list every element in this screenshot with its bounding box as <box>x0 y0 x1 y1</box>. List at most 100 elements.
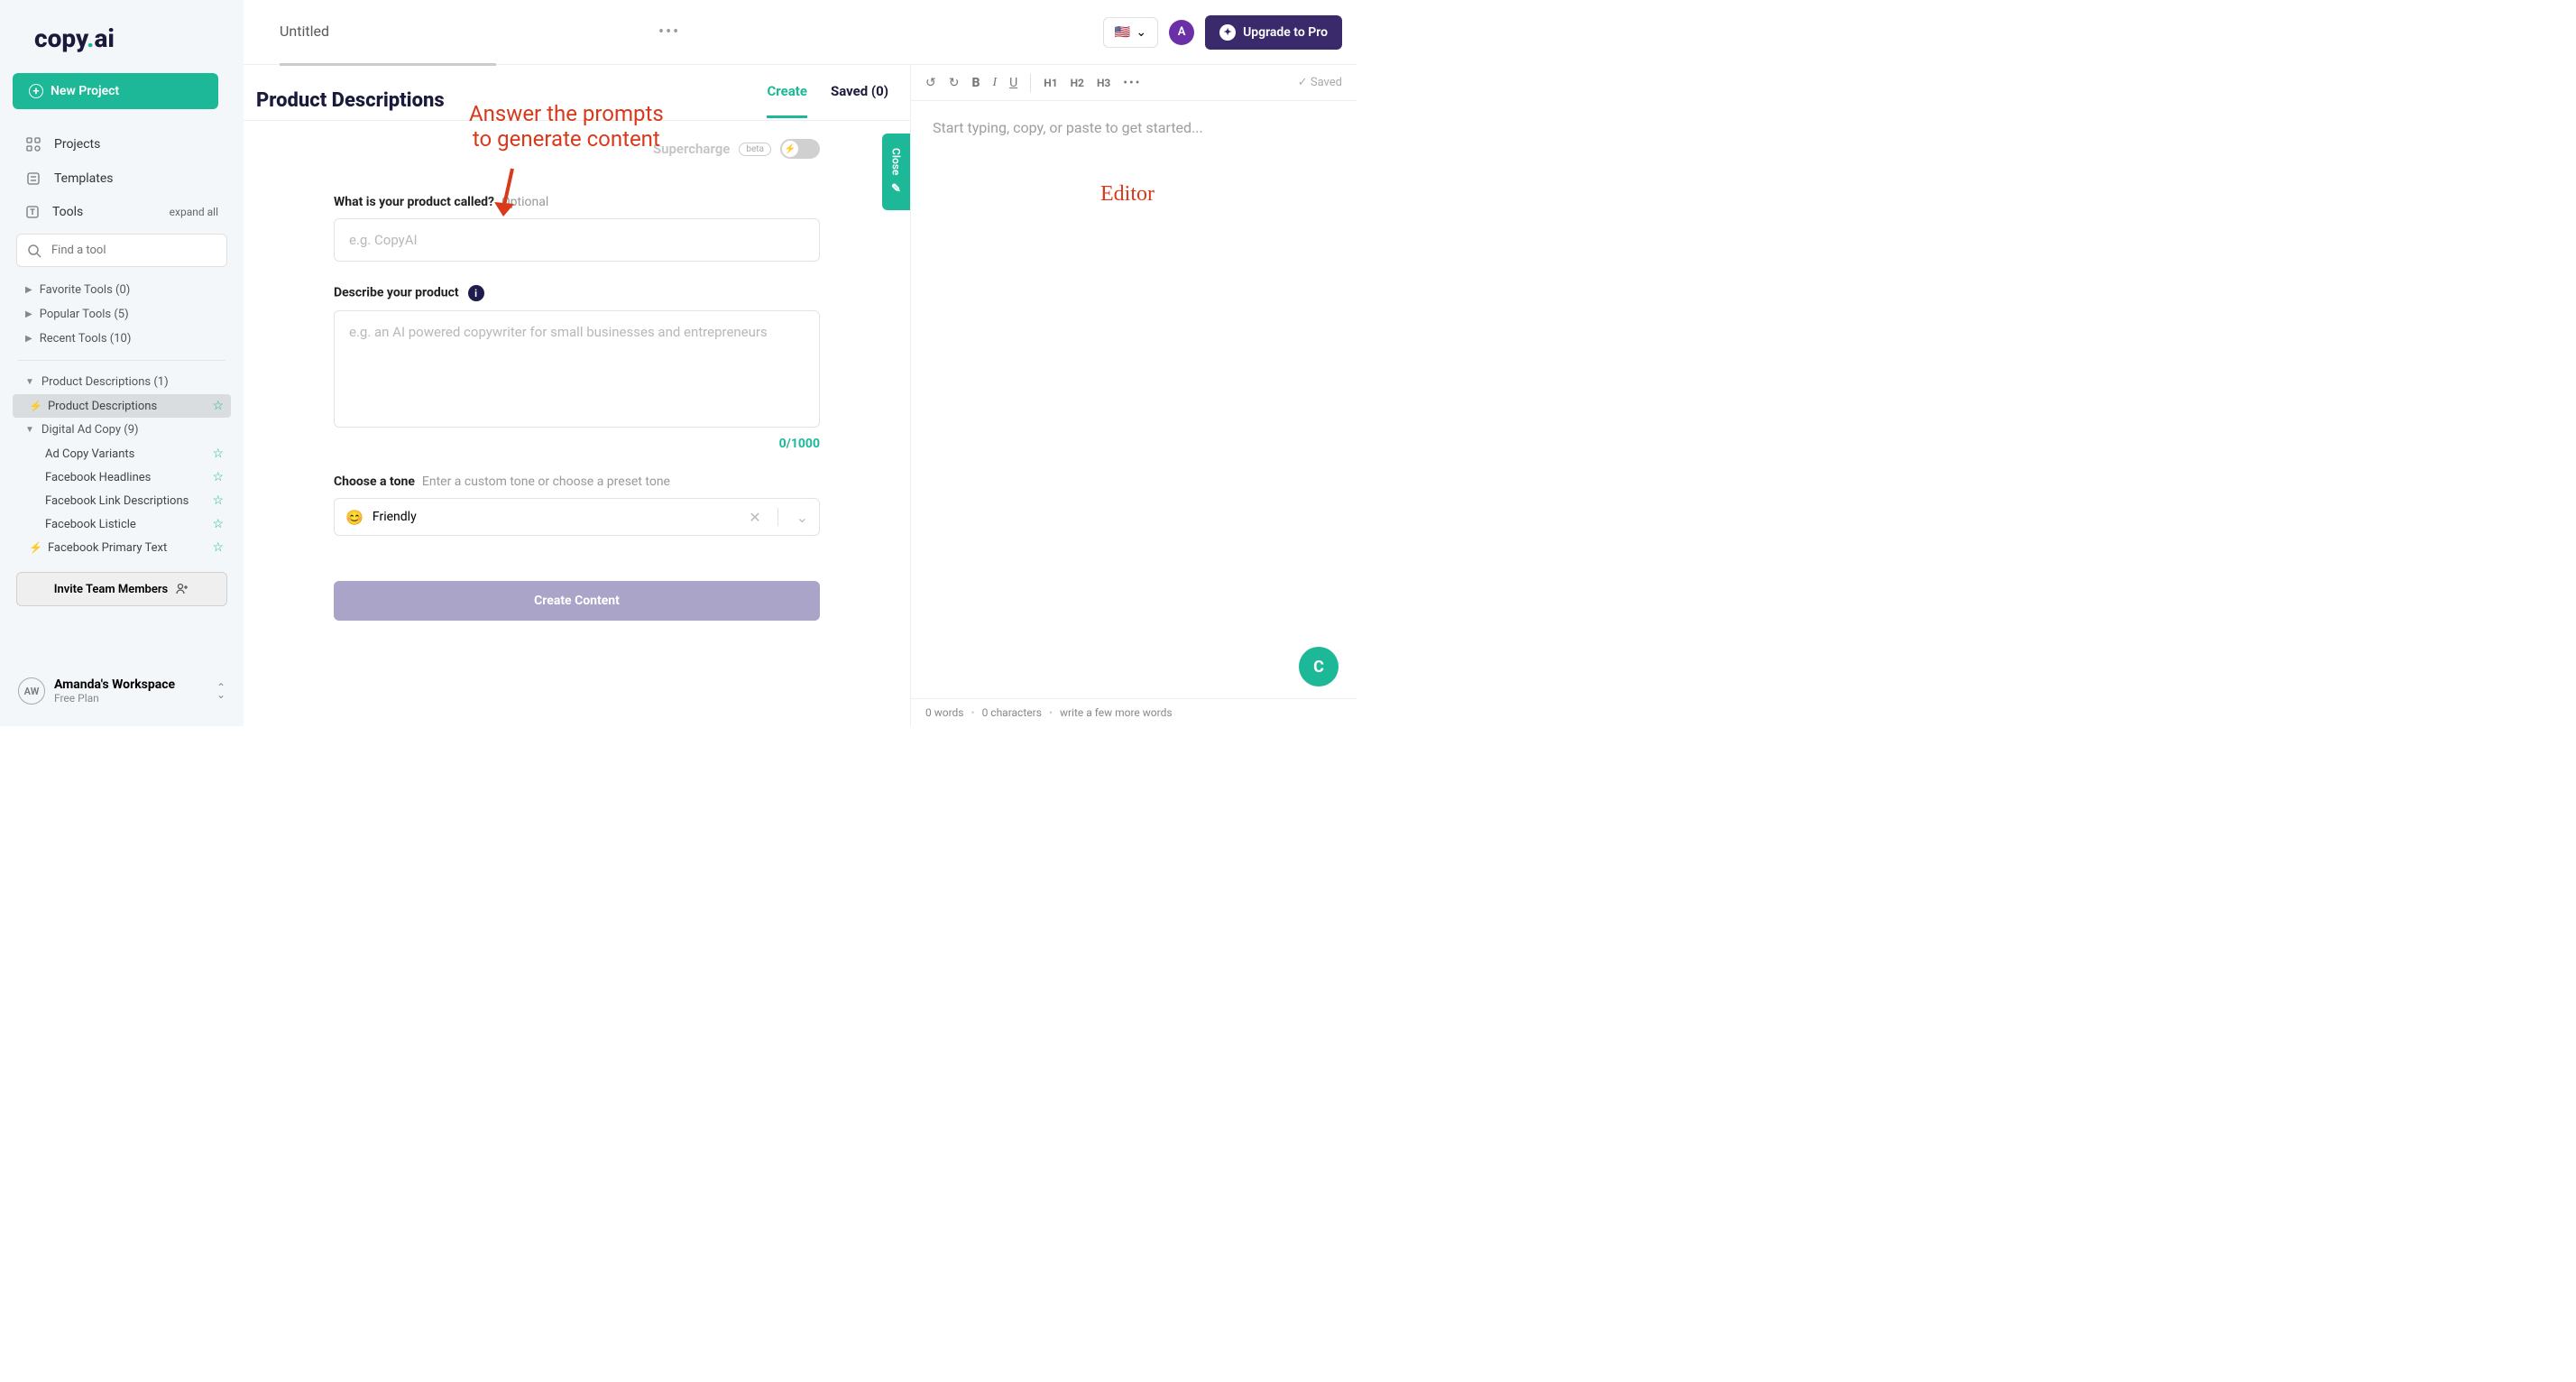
annotation-arrow-icon <box>487 164 523 227</box>
language-switcher[interactable]: 🇺🇸 ⌄ <box>1103 17 1158 48</box>
undo-icon[interactable]: ↺ <box>925 76 936 90</box>
saved-indicator: ✓ Saved <box>1298 76 1342 89</box>
document-tab[interactable]: Untitled <box>280 23 496 66</box>
caret-down-icon: ▼ <box>25 377 34 387</box>
product-description-input[interactable] <box>334 310 820 428</box>
tool-product-descriptions[interactable]: ⚡ Product Descriptions ☆ <box>13 394 231 418</box>
workspace-plan: Free Plan <box>54 692 175 705</box>
bold-button[interactable]: B <box>971 76 980 90</box>
new-project-button[interactable]: + New Project <box>13 73 218 109</box>
close-editor-tab[interactable]: Close ✎ <box>882 134 910 210</box>
nav-tools-row: T Tools expand all <box>13 196 231 228</box>
pencil-icon: ✎ <box>889 182 903 196</box>
star-icon[interactable]: ☆ <box>212 399 224 413</box>
recent-tools[interactable]: ▶Recent Tools (10) <box>13 327 231 351</box>
editor-toolbar: ↺ ↻ B I U H1 H2 H3 ••• ✓ Saved <box>911 65 1357 101</box>
caret-down-icon: ▼ <box>25 425 34 435</box>
svg-text:T: T <box>30 208 35 217</box>
popular-tools[interactable]: ▶Popular Tools (5) <box>13 302 231 327</box>
star-icon[interactable]: ☆ <box>212 517 224 531</box>
tone-select[interactable]: 😊 Friendly ✕ ⌄ <box>334 498 820 536</box>
footer-hint: write a few more words <box>1060 706 1173 719</box>
digital-ad-group[interactable]: ▼Digital Ad Copy (9) <box>13 418 231 442</box>
tab-create[interactable]: Create <box>767 83 806 118</box>
caret-right-icon: ▶ <box>25 285 32 295</box>
expand-all-link[interactable]: expand all <box>170 206 218 218</box>
flag-icon: 🇺🇸 <box>1115 25 1130 40</box>
nav-templates[interactable]: Templates <box>13 161 231 196</box>
beta-badge: beta <box>739 143 771 156</box>
star-icon[interactable]: ☆ <box>212 470 224 484</box>
product-name-input[interactable] <box>334 218 820 262</box>
bolt-icon: ⚡ <box>29 400 42 412</box>
create-pane: Product Descriptions Create Saved (0) An… <box>244 65 911 726</box>
invite-team-button[interactable]: Invite Team Members <box>16 572 227 606</box>
tools-icon: T <box>25 205 40 219</box>
clear-icon[interactable]: ✕ <box>741 509 768 526</box>
star-icon[interactable]: ☆ <box>212 540 224 555</box>
tool-ad-copy-variants[interactable]: Ad Copy Variants☆ <box>13 442 231 465</box>
h2-button[interactable]: H2 <box>1071 77 1084 89</box>
italic-button[interactable]: I <box>992 76 997 90</box>
chevron-down-icon: ⌄ <box>1136 25 1146 40</box>
person-add-icon <box>175 582 189 596</box>
star-icon[interactable]: ☆ <box>212 447 224 461</box>
supercharge-label: Supercharge <box>653 141 730 157</box>
grid-icon <box>25 136 41 152</box>
up-down-icon: ⌃⌄ <box>216 684 225 699</box>
user-avatar[interactable]: A <box>1169 20 1194 45</box>
create-content-button[interactable]: Create Content <box>334 581 820 621</box>
nav-tools[interactable]: Tools <box>52 205 83 219</box>
tool-search-input[interactable] <box>16 234 227 267</box>
bolt-icon: ⚡ <box>29 541 42 554</box>
upgrade-button[interactable]: ✦ Upgrade to Pro <box>1205 15 1342 50</box>
chat-fab[interactable]: C <box>1299 647 1339 686</box>
tone-value: Friendly <box>373 510 732 524</box>
underline-button[interactable]: U <box>1009 76 1017 90</box>
caret-right-icon: ▶ <box>25 334 32 344</box>
editor-pane: ↺ ↻ B I U H1 H2 H3 ••• ✓ Saved Start typ… <box>911 65 1357 726</box>
template-icon <box>25 170 41 187</box>
redo-icon[interactable]: ↻ <box>949 76 960 90</box>
product-descriptions-group[interactable]: ▼Product Descriptions (1) <box>13 370 231 394</box>
main: Untitled ••• 🇺🇸 ⌄ A ✦ Upgrade to Pro Pro… <box>244 0 1357 726</box>
supercharge-toggle[interactable]: ⚡ <box>780 139 820 159</box>
caret-right-icon: ▶ <box>25 309 32 319</box>
h1-button[interactable]: H1 <box>1044 77 1057 89</box>
favorite-tools[interactable]: ▶Favorite Tools (0) <box>13 278 231 302</box>
char-count-footer: 0 characters <box>982 706 1042 719</box>
workspace-switcher[interactable]: AW Amanda's Workspace Free Plan ⌃⌄ <box>13 668 231 714</box>
sidebar: copy.ai + New Project Projects Templates… <box>0 0 244 726</box>
tool-facebook-headlines[interactable]: Facebook Headlines☆ <box>13 465 231 489</box>
h3-button[interactable]: H3 <box>1097 77 1110 89</box>
plus-icon: + <box>29 84 43 98</box>
info-icon[interactable]: i <box>468 285 484 301</box>
annotation-editor: Editor <box>1100 182 1155 207</box>
product-name-label: What is your product called?Optional <box>334 195 820 209</box>
workspace-name: Amanda's Workspace <box>54 677 175 692</box>
char-count: 0/1000 <box>334 437 820 451</box>
nav-projects[interactable]: Projects <box>13 127 231 161</box>
chevron-down-icon[interactable]: ⌄ <box>787 509 808 526</box>
tab-more-icon[interactable]: ••• <box>658 23 680 41</box>
search-icon <box>27 244 41 258</box>
topbar: Untitled ••• 🇺🇸 ⌄ A ✦ Upgrade to Pro <box>244 0 1357 65</box>
tab-saved[interactable]: Saved (0) <box>831 83 888 118</box>
workspace-avatar: AW <box>18 677 45 705</box>
word-count: 0 words <box>925 706 964 719</box>
star-icon[interactable]: ☆ <box>212 493 224 508</box>
emoji-icon: 😊 <box>345 509 363 526</box>
annotation-prompts: Answer the prompts to generate content <box>469 101 664 152</box>
logo: copy.ai <box>34 23 231 53</box>
lightning-icon: ⚡ <box>782 141 798 157</box>
tool-facebook-primary-text[interactable]: ⚡Facebook Primary Text☆ <box>13 536 231 559</box>
badge-icon: ✦ <box>1219 24 1236 41</box>
tool-facebook-link-descriptions[interactable]: Facebook Link Descriptions☆ <box>13 489 231 512</box>
describe-product-label: Describe your producti <box>334 285 820 301</box>
tool-heading: Product Descriptions <box>256 89 445 112</box>
tool-facebook-listicle[interactable]: Facebook Listicle☆ <box>13 512 231 536</box>
more-icon[interactable]: ••• <box>1123 76 1141 90</box>
tone-label: Choose a toneEnter a custom tone or choo… <box>334 474 820 489</box>
tool-search-wrap <box>16 234 227 267</box>
editor-footer: 0 words • 0 characters • write a few mor… <box>911 698 1357 726</box>
